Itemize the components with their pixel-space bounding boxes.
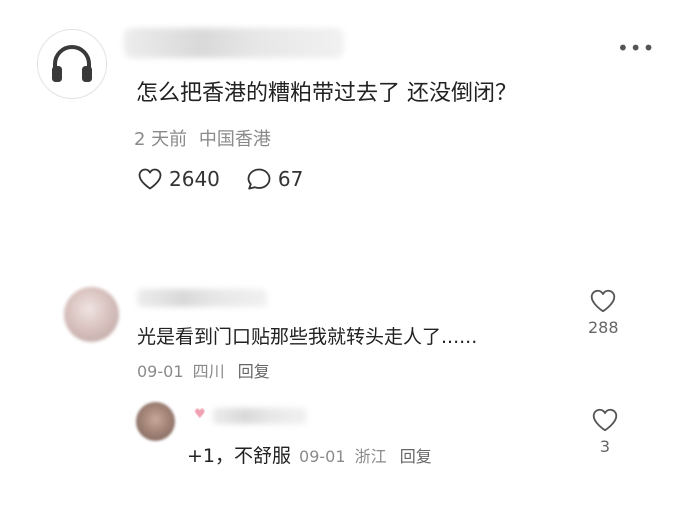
reply-like-count: 3 (599, 437, 611, 456)
replier-avatar[interactable] (136, 402, 175, 441)
reply-location: 浙江 (354, 447, 387, 466)
comment-location: 四川 (192, 362, 225, 381)
comment-reply-button[interactable]: 回复 (238, 362, 270, 381)
post-text: 怎么把香港的糟粕带过去了 还没倒闭？ (136, 81, 517, 106)
heart-icon (591, 289, 616, 313)
post-like-count: 2640 (169, 167, 220, 191)
headphones-icon (52, 45, 92, 82)
post-meta: 2 天前 中国香港 (134, 125, 271, 151)
heart-icon (592, 408, 618, 432)
reply-text: +1，不舒服 (187, 445, 292, 467)
more-options-icon[interactable]: ••• (617, 36, 655, 60)
reply-date: 09-01 (299, 447, 346, 466)
reply-meta: 09-01 浙江 回复 (299, 443, 432, 467)
commenter-name-blurred[interactable] (137, 289, 267, 307)
comment-meta: 09-01 四川 回复 (137, 358, 270, 382)
post-stats: 2640 67 (137, 167, 303, 191)
commenter-avatar[interactable] (64, 287, 119, 342)
post-location: 中国香港 (198, 129, 271, 150)
reply-reply-button[interactable]: 回复 (400, 447, 432, 466)
reply-like-button[interactable]: 3 (591, 407, 619, 456)
comment-text: 光是看到门口贴那些我就转头走人了...... (137, 326, 478, 348)
post-time: 2 天前 (134, 129, 188, 150)
post-comment-button[interactable]: 67 (246, 167, 303, 191)
replier-badge-icon: ♥ (194, 407, 206, 422)
post-like-button[interactable]: 2640 (137, 167, 220, 191)
replier-name-blurred[interactable] (212, 408, 307, 424)
author-avatar[interactable] (37, 29, 107, 99)
comment-like-button[interactable]: 288 (588, 288, 619, 337)
comment-bubble-icon (247, 168, 271, 190)
reply-line: +1，不舒服 09-01 浙江 回复 (187, 441, 432, 468)
comment-like-count: 288 (588, 318, 619, 337)
author-name-blurred[interactable] (124, 28, 344, 58)
heart-icon (138, 168, 162, 190)
comment-date: 09-01 (137, 362, 184, 381)
post-comment-count: 67 (277, 167, 304, 191)
